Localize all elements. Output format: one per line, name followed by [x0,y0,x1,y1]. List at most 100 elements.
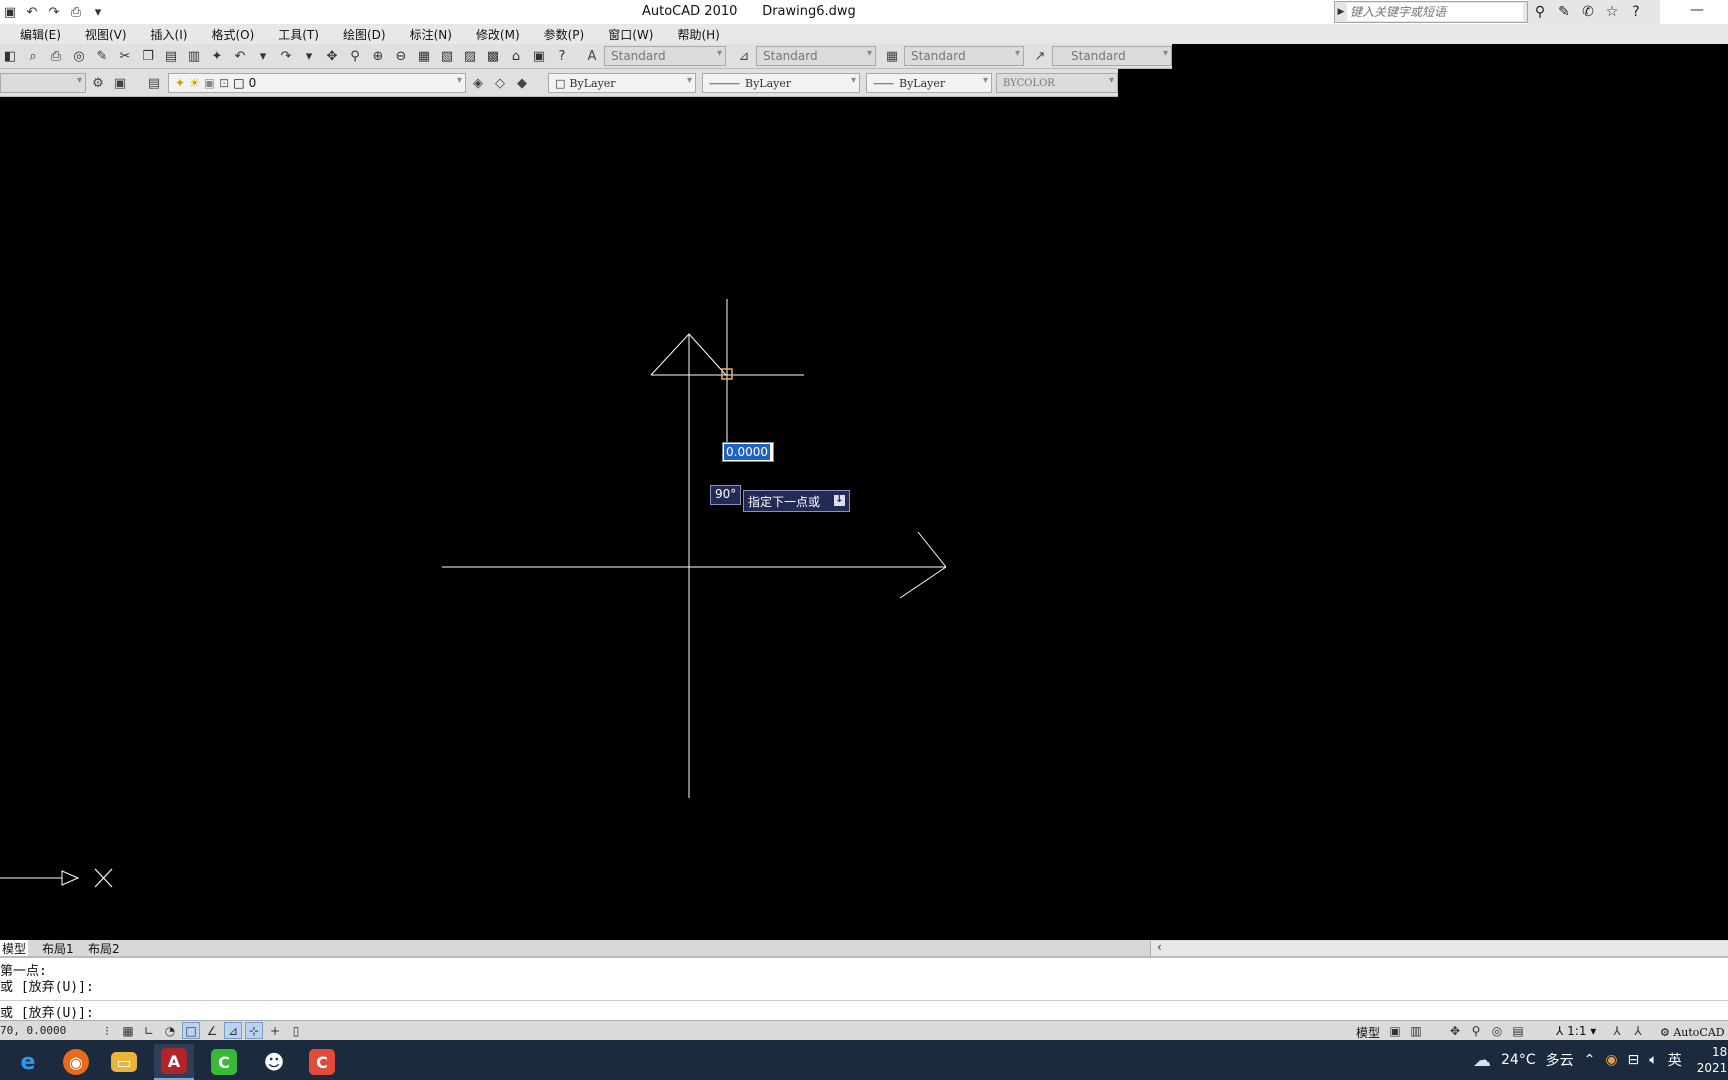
menu-modify[interactable]: 修改(M) [464,26,532,43]
calculator-icon[interactable]: ▣ [529,47,549,66]
camtasia-icon[interactable]: C [204,1044,244,1080]
design-center-icon[interactable]: ▧ [437,47,457,66]
star-icon[interactable]: ☆ [1602,4,1622,20]
dim-style-icon[interactable]: ⊿ [734,46,754,66]
table-style-select[interactable]: Standard ▾ [904,46,1024,66]
firefox-icon[interactable]: ◉ [56,1044,96,1080]
search-input[interactable] [1347,3,1523,21]
workspace-switch[interactable]: ⚙ AutoCAD 经典 [1660,1024,1728,1040]
undo-dropdown-icon[interactable]: ▾ [253,47,273,66]
drawing-area[interactable]: 0.0000 90° 指定下一点或 ↓ [0,97,1728,940]
tab-layout2[interactable]: 布局2 [86,940,122,956]
make-current-layer-icon[interactable]: ◈ [468,73,488,93]
publish-icon[interactable]: ◎ [69,47,89,66]
zoom-previous-icon[interactable]: ⊖ [391,47,411,66]
weather-desc[interactable]: 多云 [1546,1050,1574,1070]
mleader-style-select[interactable]: Standard ▾ [1052,46,1172,66]
sheet-set-icon[interactable]: ▩ [483,47,503,66]
dynamic-input-icon[interactable]: + [266,1022,284,1039]
match-properties-icon[interactable]: ✦ [207,47,227,66]
dynamic-input-field[interactable]: 0.0000 [722,442,774,462]
ime-indicator[interactable]: 英 [1668,1050,1682,1070]
menu-edit[interactable]: 编辑(E) [0,26,73,43]
dynamic-ucs-icon[interactable]: ⊹ [245,1022,263,1039]
copy-icon[interactable]: ❐ [138,47,158,66]
block-icon[interactable]: ▥ [184,47,204,66]
weather-temp[interactable]: 24°C [1501,1052,1536,1068]
snap-mode-icon[interactable]: ⁝ [98,1022,116,1039]
question-icon[interactable]: ? [1626,4,1646,20]
menu-parametric[interactable]: 参数(P) [532,26,597,43]
grid-display-icon[interactable]: ▦ [119,1022,137,1039]
search-expand-icon[interactable]: ▶ [1335,7,1347,17]
quick-view-layouts-icon[interactable]: ▣ [1386,1022,1404,1039]
undo-icon[interactable]: ↶ [22,3,42,21]
paste-icon[interactable]: ▤ [161,47,181,66]
pan-icon[interactable]: ✥ [1446,1022,1464,1039]
workspace-toolbar-icon[interactable]: ▣ [110,73,130,93]
scroll-left-icon[interactable]: ‹ [1157,940,1162,954]
communication-center-icon[interactable]: ✆ [1578,4,1598,20]
edit-icon[interactable]: ✎ [92,47,112,66]
tab-model[interactable]: 模型 [0,940,29,956]
ie-browser-icon[interactable]: e [8,1044,48,1080]
object-snap-tracking-icon[interactable]: ⊿ [224,1022,242,1039]
3d-object-snap-icon[interactable]: ∠ [203,1022,221,1039]
steering-wheel-icon[interactable]: ◎ [1488,1022,1506,1039]
file-explorer-icon[interactable]: ▭ [104,1044,144,1080]
plot-style-select[interactable]: BYCOLOR ▾ [996,73,1118,93]
annotation-scale-label[interactable]: ⅄ 1:1 ▾ [1556,1024,1596,1038]
annotation-visibility-icon[interactable]: ⅄ [1608,1022,1626,1039]
polar-tracking-icon[interactable]: ◔ [161,1022,179,1039]
layer-select[interactable]: ✦ ☀ ▣ ⊡ □ 0 ▾ [168,73,466,93]
zoom-realtime-icon[interactable]: ⚲ [345,47,365,66]
cursor-coordinates[interactable]: 70, 0.0000 [0,1024,66,1037]
menu-view[interactable]: 视图(V) [73,26,139,43]
tray-expand-icon[interactable]: ⌃ [1584,1052,1596,1068]
tab-layout1[interactable]: 布局1 [40,940,76,956]
plot-icon[interactable]: ⎙ [66,3,86,21]
zoom-window-icon[interactable]: ⊕ [368,47,388,66]
layer-properties-icon[interactable]: ▤ [144,73,164,93]
options-arrow-icon[interactable]: ↓ [834,495,845,506]
menu-tools[interactable]: 工具(T) [266,26,331,43]
autocad-taskbar-icon[interactable]: A [154,1044,194,1080]
redo-icon[interactable]: ↷ [276,47,296,66]
ortho-mode-icon[interactable]: ∟ [140,1022,158,1039]
quick-access-dropdown-icon[interactable]: ▾ [88,3,108,21]
menu-help[interactable]: 帮助(H) [665,26,731,43]
horizontal-scrollbar[interactable]: ‹ [1150,940,1728,956]
menu-insert[interactable]: 插入(I) [139,26,200,43]
volume-icon[interactable]: 🔈︎ [1649,1052,1657,1068]
menu-dimension[interactable]: 标注(N) [398,26,464,43]
network-icon[interactable]: ⊟ [1628,1052,1640,1068]
dim-style-select[interactable]: Standard ▾ [756,46,876,66]
redo-dropdown-icon[interactable]: ▾ [299,47,319,66]
zoom-icon[interactable]: ⚲ [1467,1022,1485,1039]
menu-window[interactable]: 窗口(W) [596,26,665,43]
minimize-button[interactable]: — [1690,2,1704,18]
command-prompt-line[interactable]: 或 [放弃(U)]: [0,1002,94,1021]
recorder-icon[interactable]: C [302,1044,342,1080]
linetype-select[interactable]: ——— ByLayer ▾ [702,73,860,93]
redo-icon[interactable]: ↷ [44,3,64,21]
layer-state-icon[interactable]: ◆ [512,73,532,93]
object-snap-icon[interactable]: □ [182,1022,200,1039]
help-icon[interactable]: ? [552,47,572,66]
lineweight-select[interactable]: —— ByLayer ▾ [866,73,992,93]
clock[interactable]: 18 2021 [1692,1044,1728,1076]
auto-scale-icon[interactable]: ⅄ [1629,1022,1647,1039]
color-select[interactable]: □ ByLayer ▾ [548,73,696,93]
model-space-label[interactable]: 模型 [1356,1024,1380,1041]
cut-icon[interactable]: ✂ [115,47,135,66]
text-style-icon[interactable]: A [582,46,602,66]
lineweight-icon[interactable]: ▯ [287,1022,305,1039]
layer-previous-icon[interactable]: ◇ [490,73,510,93]
subscription-center-icon[interactable]: ✎ [1554,4,1574,20]
quick-view-drawings-icon[interactable]: ▥ [1407,1022,1425,1039]
preview-icon[interactable]: ⌕ [23,47,43,66]
menu-format[interactable]: 格式(O) [199,26,266,43]
qq-icon[interactable]: ☻ [254,1044,294,1080]
mleader-style-icon[interactable]: ↗ [1030,46,1050,66]
save-icon[interactable]: ▣ [0,3,20,21]
